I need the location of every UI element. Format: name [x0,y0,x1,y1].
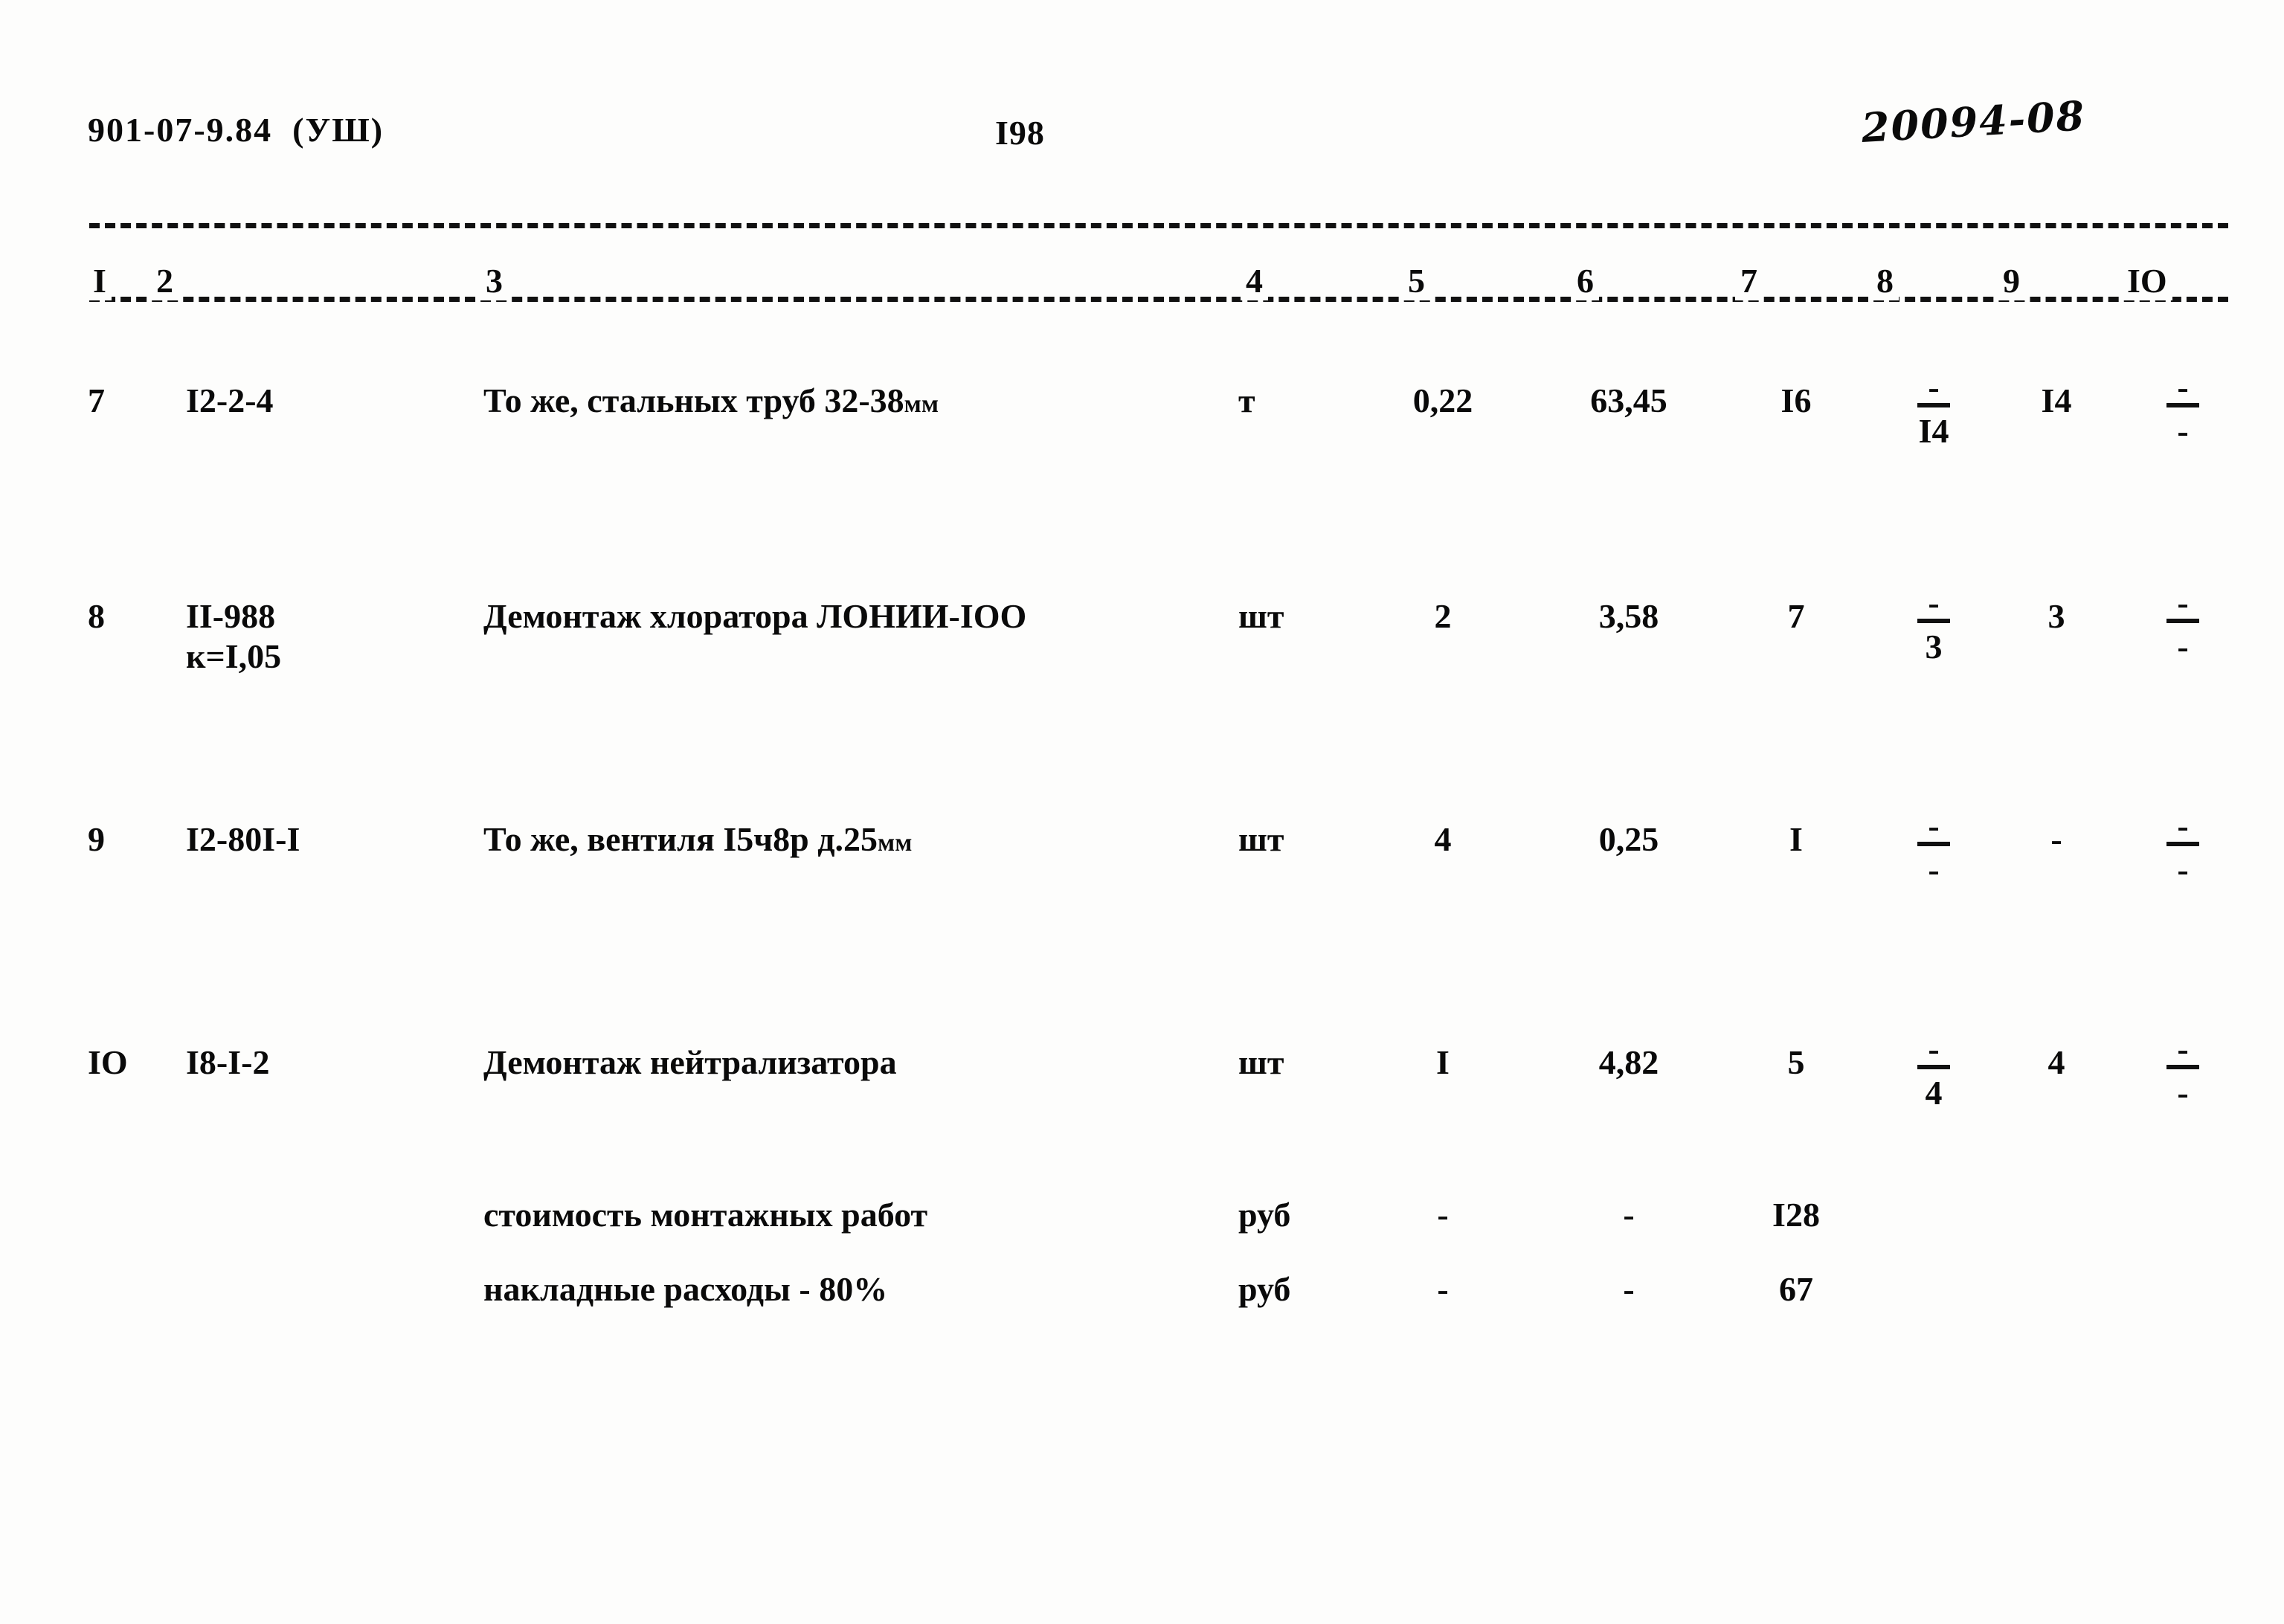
row-col8-numerator: - [1928,1030,1940,1068]
row-col10-denominator: - [2177,851,2189,889]
row-col9: I4 [2016,379,2097,422]
row-sum: 5 [1787,1043,1805,1081]
total-sum: I28 [1772,1196,1820,1234]
row-sum: 7 [1787,597,1805,635]
row-number: 7 [88,381,105,419]
document-page: 901-07-9.84 (УШ) I98 20094-08 I 2 3 4 5 … [0,0,2284,1624]
row-coefficient: к=I,05 [186,637,282,675]
column-number-5: 5 [1403,262,1430,300]
column-header-dashed-rule [89,297,2228,302]
row-price: 0,25 [1598,820,1659,858]
total-quantity: - [1437,1270,1449,1308]
column-number-10: IO [2122,262,2172,300]
row-unit: шт [1238,1043,1284,1081]
total-label: стоимость монтажных работ [483,1196,928,1234]
row-norm-code: I2-80I-I [186,820,300,858]
row-description-unit-suffix: мм [904,390,939,418]
table-column-number-row: I 2 3 4 5 6 7 8 9 IO [88,262,2228,314]
row-number: 9 [88,820,105,858]
row-description-text: Демонтаж хлоратора ЛОНИИ-IОО [483,597,1027,635]
total-label: накладные расходы - 80% [483,1270,888,1308]
row-description-unit-suffix: мм [878,829,913,857]
row-number: IO [88,1043,128,1081]
total-quantity: - [1437,1196,1449,1234]
total-price: - [1623,1270,1635,1308]
row-unit: шт [1238,820,1284,858]
column-number-8: 8 [1871,262,1899,300]
row-col9: - [2016,818,2097,861]
row-col8-numerator: - [1928,584,1940,622]
row-col8-fraction: - I4 [1893,368,1975,456]
row-col10-denominator: - [2177,1074,2189,1112]
row-col9-value: I4 [2041,381,2072,419]
row-col10-denominator: - [2177,628,2189,666]
row-col8-denominator: I4 [1918,412,1949,450]
table-top-rule [89,223,2228,228]
column-number-1: I [88,262,112,300]
row-norm-code: I2-2-4 [186,381,274,419]
row-col8-numerator: - [1928,807,1940,845]
column-number-2: 2 [151,262,178,300]
row-sum: I6 [1780,381,1812,419]
row-col8-fraction: -- [1893,807,1975,895]
row-price: 3,58 [1598,597,1659,635]
row-description: То же, стальных труб 32-38мм [483,379,1190,426]
row-col8-fraction: -4 [1893,1030,1975,1118]
row-col10-fraction: -- [2142,584,2224,671]
total-sum: 67 [1779,1270,1813,1308]
row-col10-numerator: - [2177,584,2189,622]
row-norm-code: I8-I-2 [186,1043,270,1081]
row-description-text: То же, вентиля I5ч8р д.25 [483,820,878,858]
row-quantity: I [1436,1043,1450,1081]
row-col8-fraction: -3 [1893,584,1975,671]
row-col10-numerator: - [2177,807,2189,845]
row-description: То же, вентиля I5ч8р д.25мм [483,818,1190,865]
total-price: - [1623,1196,1635,1234]
column-number-7: 7 [1735,262,1763,300]
row-col8-denominator: - [1928,851,1940,889]
column-number-4: 4 [1241,262,1268,300]
row-description: Демонтаж хлоратора ЛОНИИ-IОО [483,595,1190,642]
row-col9: 4 [2016,1041,2097,1084]
row-description-text: Демонтаж нейтрализатора [483,1043,897,1081]
row-col9-value: - [2050,820,2062,858]
total-unit: руб [1238,1270,1291,1308]
document-code: 901-07-9.84 (УШ) [88,111,385,149]
row-col10-numerator: - [2177,1030,2189,1068]
row-description: Демонтаж нейтрализатора [483,1041,1190,1088]
handwritten-archive-code: 20094-08 [1860,91,2087,152]
row-col10-fraction: -- [2142,807,2224,895]
row-col9-value: 3 [2047,597,2065,635]
row-col8-denominator: 4 [1925,1074,1943,1112]
row-sum: I [1789,820,1803,858]
column-number-3: 3 [480,262,508,300]
row-col9: 3 [2016,595,2097,638]
row-number: 8 [88,597,105,635]
total-unit: руб [1238,1196,1291,1234]
row-norm-code: II-988 [186,597,276,635]
row-quantity: 4 [1434,820,1452,858]
row-col10-fraction: -- [2142,1030,2224,1118]
row-col10-fraction: -- [2142,368,2224,456]
column-number-6: 6 [1572,262,1599,300]
row-quantity: 2 [1434,597,1452,635]
row-unit: шт [1238,597,1284,635]
row-col10-denominator: - [2177,412,2189,450]
row-unit: т [1238,381,1255,419]
row-quantity: 0,22 [1412,381,1473,419]
row-col9-value: 4 [2047,1043,2065,1081]
page-number: I98 [995,114,1045,152]
column-number-9: 9 [1998,262,2025,300]
row-price: 63,45 [1590,381,1667,419]
row-col10-numerator: - [2177,368,2189,406]
row-col8-numerator: - [1928,368,1940,406]
row-price: 4,82 [1598,1043,1659,1081]
row-description-text: То же, стальных труб 32-38 [483,381,904,419]
row-col8-denominator: 3 [1925,628,1943,666]
